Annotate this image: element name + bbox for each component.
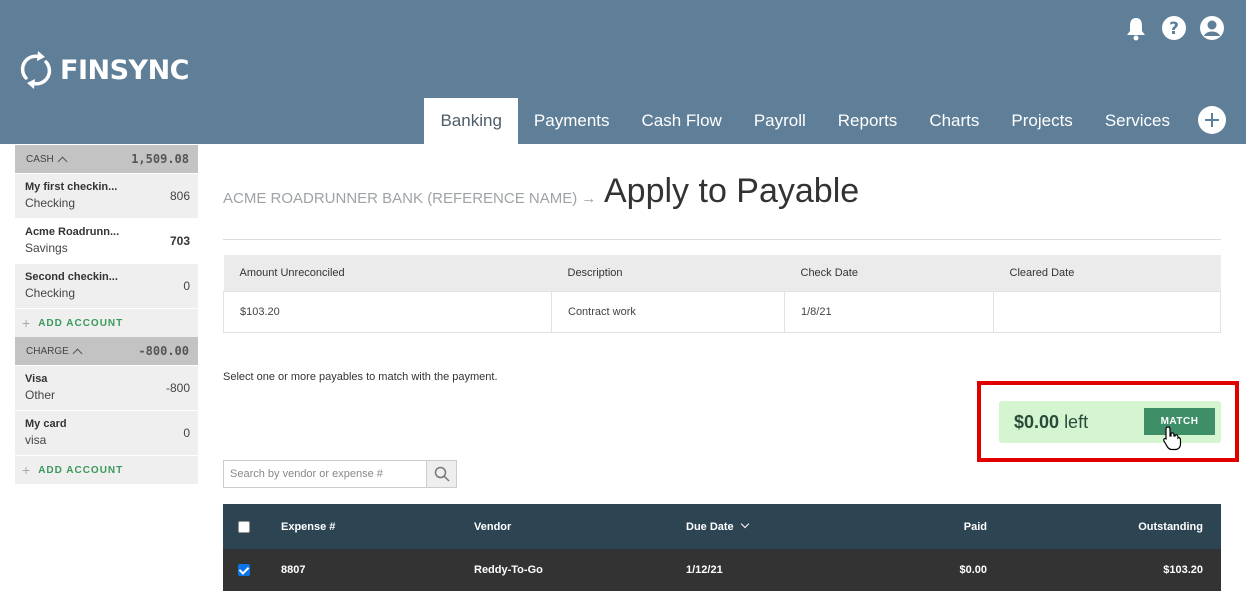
nav-reports[interactable]: Reports — [822, 98, 914, 144]
nav-charts[interactable]: Charts — [913, 98, 995, 144]
row-checkbox[interactable] — [238, 564, 250, 576]
search-input[interactable] — [223, 460, 428, 488]
cash-group-total: 1,509.08 — [131, 152, 189, 166]
add-cash-account-button[interactable]: + ADD ACCOUNT — [15, 308, 198, 337]
header-description: Description — [551, 255, 785, 291]
remaining-amount-panel: $0.00 left MATCH — [999, 401, 1221, 443]
account-type: Checking — [25, 286, 76, 300]
account-balance: 0 — [183, 279, 190, 293]
header-vendor[interactable]: Vendor — [474, 521, 511, 533]
sync-logo-icon — [20, 51, 52, 89]
user-avatar-icon[interactable] — [1198, 14, 1226, 42]
table-row[interactable]: 8807 Reddy-To-Go 1/12/21 $0.00 $103.20 — [223, 549, 1221, 591]
help-icon[interactable]: ? — [1160, 14, 1188, 42]
header-expense-number[interactable]: Expense # — [281, 521, 335, 533]
breadcrumb: ACME ROADRUNNER BANK (REFERENCE NAME) → — [223, 190, 596, 207]
add-plus-icon[interactable] — [1198, 106, 1226, 134]
hand-pointer-icon — [1163, 426, 1182, 451]
table-row: $103.20 Contract work 1/8/21 — [223, 290, 1221, 333]
account-balance: 0 — [183, 426, 190, 440]
charge-group-title: CHARGE — [26, 345, 69, 357]
header-due-date-label: Due Date — [686, 520, 734, 533]
account-name: My card — [25, 418, 67, 430]
check-date-value: 1/8/21 — [784, 290, 994, 333]
divider — [223, 239, 1221, 240]
page-title: Apply to Payable — [604, 172, 860, 210]
description-value: Contract work — [551, 290, 785, 333]
remaining-amount: $0.00 — [1014, 412, 1060, 432]
logo-text: FINSYNC — [60, 54, 190, 86]
due-date: 1/12/21 — [686, 564, 723, 576]
header-due-date[interactable]: Due Date — [686, 519, 749, 533]
nav-services[interactable]: Services — [1089, 98, 1186, 144]
remaining-suffix: left — [1064, 412, 1089, 432]
search-button[interactable] — [427, 460, 457, 488]
account-item[interactable]: Visa Other -800 — [15, 365, 198, 410]
account-type: visa — [25, 433, 47, 447]
account-type: Checking — [25, 196, 76, 210]
account-name: My first checkin... — [25, 181, 118, 193]
charge-group-total: -800.00 — [138, 344, 189, 358]
svg-text:?: ? — [1169, 19, 1179, 39]
account-item[interactable]: My first checkin... Checking 806 — [15, 173, 198, 218]
plus-icon: + — [22, 462, 32, 478]
nav-banking[interactable]: Banking — [424, 98, 518, 144]
add-account-label: ADD ACCOUNT — [38, 464, 124, 476]
add-account-label: ADD ACCOUNT — [38, 317, 124, 329]
header-cleared-date: Cleared Date — [993, 255, 1221, 291]
add-charge-account-button[interactable]: + ADD ACCOUNT — [15, 455, 198, 484]
app-header: FINSYNC ? Banking Payments Cash Flow Pay… — [0, 0, 1246, 144]
account-balance: 703 — [169, 234, 190, 248]
header-check-date: Check Date — [784, 255, 994, 291]
main-nav: Banking Payments Cash Flow Payroll Repor… — [424, 98, 1186, 144]
cash-group-header[interactable]: CASH 1,509.08 — [15, 145, 198, 173]
header-paid[interactable]: Paid — [964, 521, 987, 533]
bell-icon[interactable] — [1122, 14, 1150, 42]
amount-unreconciled-value: $103.20 — [223, 290, 552, 333]
match-instructions: Select one or more payables to match wit… — [223, 371, 498, 383]
header-outstanding[interactable]: Outstanding — [1138, 521, 1203, 533]
header-amount-unreconciled: Amount Unreconciled — [223, 255, 552, 291]
account-name: Visa — [25, 373, 48, 385]
account-type: Other — [25, 388, 56, 402]
payable-search — [223, 460, 457, 488]
nav-payroll[interactable]: Payroll — [738, 98, 822, 144]
payment-info-table: Amount Unreconciled Description Check Da… — [223, 255, 1221, 333]
chevron-up-icon — [72, 348, 83, 358]
account-type: Savings — [25, 241, 68, 255]
search-icon — [434, 466, 450, 482]
vendor-name: Reddy-To-Go — [474, 564, 543, 576]
outstanding-amount: $103.20 — [1163, 564, 1203, 576]
account-sidebar: CASH 1,509.08 My first checkin... Checki… — [15, 145, 198, 484]
account-name: Acme Roadrunn... — [25, 226, 120, 238]
chevron-down-icon — [740, 519, 749, 528]
nav-projects[interactable]: Projects — [995, 98, 1088, 144]
cleared-date-value — [993, 290, 1221, 333]
account-balance: 806 — [169, 189, 190, 203]
cash-group-title: CASH — [26, 153, 54, 165]
arrow-right-icon: → — [581, 190, 597, 207]
account-name: Second checkin... — [25, 271, 118, 283]
account-balance: -800 — [165, 381, 190, 395]
charge-group-header[interactable]: CHARGE -800.00 — [15, 337, 198, 365]
expense-table: Expense # Vendor Due Date Paid Outstandi… — [223, 504, 1221, 591]
nav-payments[interactable]: Payments — [518, 98, 626, 144]
breadcrumb-account-link[interactable]: ACME ROADRUNNER BANK (REFERENCE NAME) — [223, 190, 577, 207]
chevron-up-icon — [57, 156, 68, 166]
account-item[interactable]: Second checkin... Checking 0 — [15, 263, 198, 308]
account-item[interactable]: My card visa 0 — [15, 410, 198, 455]
plus-icon: + — [22, 315, 32, 331]
select-all-checkbox[interactable] — [238, 520, 250, 533]
expense-number: 8807 — [281, 564, 306, 576]
nav-cash-flow[interactable]: Cash Flow — [626, 98, 738, 144]
account-item-selected[interactable]: Acme Roadrunn... Savings 703 — [15, 218, 198, 263]
finsync-logo[interactable]: FINSYNC — [18, 48, 190, 92]
table-header-row: Expense # Vendor Due Date Paid Outstandi… — [223, 504, 1221, 549]
paid-amount: $0.00 — [959, 564, 987, 576]
